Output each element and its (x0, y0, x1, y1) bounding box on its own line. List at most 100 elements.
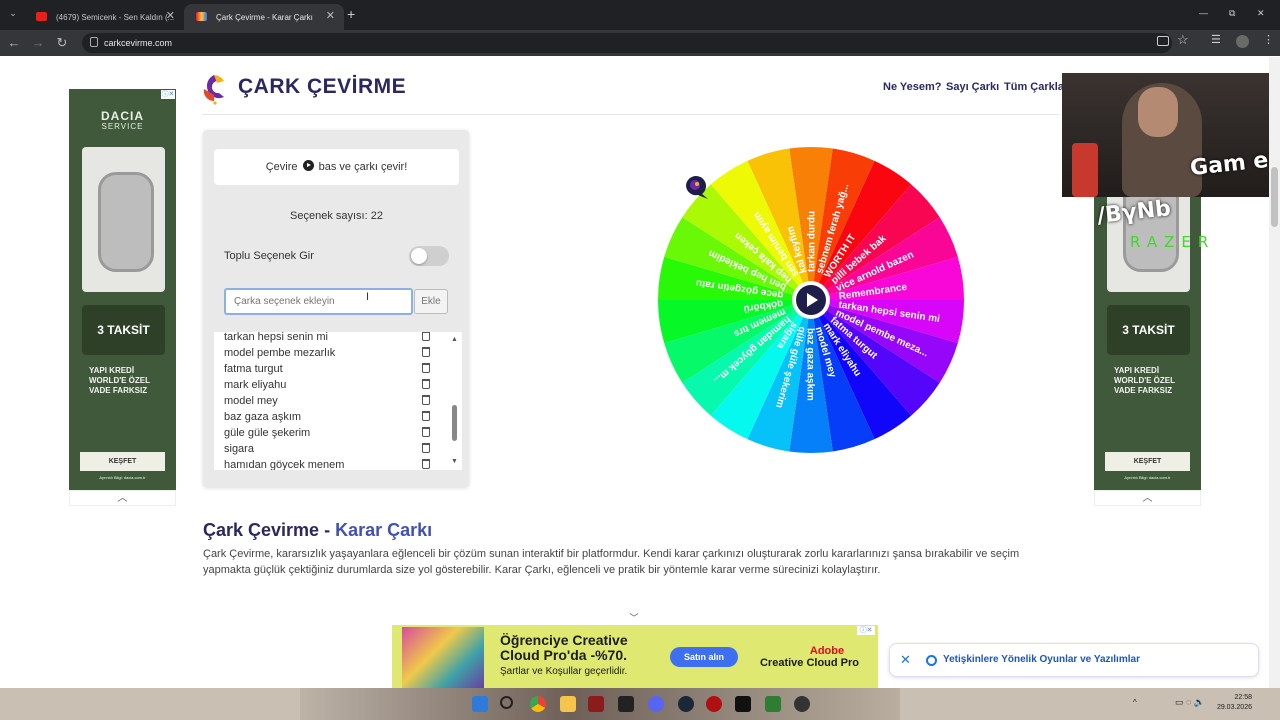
delete-option-icon[interactable] (422, 411, 430, 421)
obs-icon[interactable] (794, 696, 810, 712)
delete-option-icon[interactable] (422, 363, 430, 373)
options-scrollbar-thumb[interactable] (452, 405, 457, 441)
install-app-icon[interactable] (1157, 36, 1169, 46)
option-item: model pembe mezarlık (224, 347, 430, 359)
tab-search-icon[interactable]: ⌄ (6, 8, 20, 22)
site-info-icon[interactable] (90, 37, 98, 47)
heading-accent: Karar Çarkı (335, 520, 433, 540)
webcam-red-object (1072, 143, 1098, 197)
delete-option-icon[interactable] (422, 427, 430, 437)
web-page: DACIA SERVICE 3 TAKSİT YAPI KREDİ WORLD'… (0, 57, 1280, 688)
browser-menu-icon[interactable]: ⋮ (1263, 33, 1274, 46)
steam-icon[interactable] (678, 696, 694, 712)
media-player-icon[interactable] (706, 696, 722, 712)
article-body: Çark Çevirme, kararsızlık yaşayanlara eğ… (203, 548, 1020, 576)
ad-artwork-image (402, 627, 484, 688)
chrome-icon[interactable] (530, 696, 546, 712)
ad-brand: DACIA (101, 109, 144, 123)
nav-sayi-carki[interactable]: Sayı Çarkı (946, 81, 999, 93)
clock-time: 22:58 (1234, 694, 1252, 701)
nav-ne-yesem[interactable]: Ne Yesem? (883, 81, 942, 93)
option-item: mark eliyahu (224, 379, 430, 391)
article-heading: Çark Çevirme - Karar Çarkı (203, 520, 432, 541)
notification-banner[interactable]: ✕ Yetişkinlere Yönelik Oyunlar ve Yazılı… (889, 643, 1259, 677)
collapse-ad-left-button[interactable]: ︿ (69, 490, 176, 506)
site-title[interactable]: ÇARK ÇEVİRME (238, 75, 406, 99)
delete-option-icon[interactable] (422, 395, 430, 405)
ad-fine-print: Ayrıntılı Bilgi: dacia.com.tr (99, 475, 146, 480)
add-option-button[interactable]: Ekle (414, 289, 448, 314)
option-label: hamıdan göycek menem (224, 459, 345, 470)
bottom-ad-banner[interactable]: Öğrenciye Creative Cloud Pro'da -%70. Şa… (392, 625, 878, 688)
nav-tum-carklar[interactable]: Tüm Çarklar (1004, 81, 1068, 93)
restore-button[interactable]: ⧉ (1229, 8, 1235, 19)
delete-option-icon[interactable] (422, 332, 430, 341)
hint-text-after: bas ve çarkı çevir! (318, 161, 408, 173)
ad-headline: 3 TAKSİT (1107, 305, 1190, 355)
reading-list-icon[interactable]: ☰ (1211, 33, 1221, 46)
new-tab-button[interactable]: + (347, 6, 355, 22)
delete-option-icon[interactable] (422, 379, 430, 389)
collapse-ad-right-button[interactable]: ︿ (1094, 490, 1201, 506)
option-input[interactable] (224, 288, 413, 315)
capcut-icon[interactable] (735, 696, 751, 712)
close-tab-icon[interactable]: ✕ (326, 9, 335, 22)
scroll-up-arrow-icon[interactable]: ▲ (451, 336, 458, 343)
close-window-button[interactable]: ✕ (1257, 8, 1265, 19)
spin-hint: Çevire bas ve çarkı çevir! (214, 149, 459, 185)
bulk-input-toggle[interactable] (409, 246, 449, 266)
delete-option-icon[interactable] (422, 459, 430, 469)
game-launcher-icon[interactable] (765, 696, 781, 712)
option-item: fatma turgut (224, 363, 430, 375)
wheel-segment-label: tarkan durdu (807, 211, 818, 272)
youtube-icon (36, 12, 47, 21)
option-item: hamıdan göycek menem (224, 459, 430, 470)
bookmark-star-icon[interactable]: ☆ (1177, 32, 1189, 48)
ad-car-image (82, 147, 165, 292)
search-icon[interactable] (500, 696, 513, 709)
cark-favicon-icon (196, 12, 207, 21)
reload-icon[interactable]: ↻ (51, 30, 73, 56)
tab-cark[interactable]: Çark Çevirme - Karar Çarkı ✕ (184, 4, 344, 30)
ad-buy-button[interactable]: Satın alın (670, 647, 738, 667)
profile-avatar[interactable] (1236, 35, 1249, 48)
file-explorer-icon[interactable] (560, 696, 576, 712)
start-icon[interactable] (472, 696, 488, 712)
page-scrollbar[interactable] (1269, 57, 1280, 688)
ad-body: YAPI KREDİ WORLD'E ÖZEL VADE FARKSIZ (1114, 366, 1175, 395)
minimize-button[interactable]: — (1199, 8, 1208, 18)
discord-icon[interactable] (648, 696, 664, 712)
clock[interactable]: 22:58 29.03.2026 (1217, 693, 1252, 713)
page-scrollbar-thumb[interactable] (1271, 167, 1278, 227)
site-logo-icon[interactable] (202, 73, 226, 105)
option-count: Seçenek sayısı: 22 (290, 210, 383, 222)
back-button[interactable]: ← (3, 30, 25, 56)
notification-text[interactable]: Yetişkinlere Yönelik Oyunlar ve Yazılıml… (943, 654, 1140, 665)
tab-youtube[interactable]: (4679) Semicenk - Sen Kaldın (... ✕ (24, 4, 184, 30)
expand-ad-button[interactable]: ﹀ (620, 611, 648, 625)
wheel-segment-label: baz gaza aşkım (805, 328, 816, 401)
windows-taskbar: ^ ▭ ◌ 🔈 (0, 688, 1280, 720)
option-label: mark eliyahu (224, 379, 287, 391)
ad-cta-button[interactable]: KEŞFET (80, 452, 165, 471)
app-icon[interactable] (588, 696, 604, 712)
terminal-icon[interactable] (618, 696, 634, 712)
close-tab-icon[interactable]: ✕ (166, 9, 175, 22)
scroll-down-arrow-icon[interactable]: ▼ (451, 458, 458, 465)
delete-option-icon[interactable] (422, 347, 430, 357)
ad-cta-button[interactable]: KEŞFET (1105, 452, 1190, 471)
option-label: fatma turgut (224, 363, 283, 375)
tab-title: Çark Çevirme - Karar Çarkı (216, 12, 313, 22)
option-item: model mey (224, 395, 430, 407)
url-field[interactable]: carkcevirme.com (82, 33, 1172, 53)
side-ad-left[interactable]: DACIA SERVICE 3 TAKSİT YAPI KREDİ WORLD'… (69, 89, 176, 490)
notification-close-icon[interactable]: ✕ (900, 652, 911, 668)
delete-option-icon[interactable] (422, 443, 430, 453)
ad-info-icon[interactable]: ⓘ✕ (857, 626, 875, 635)
forward-button[interactable]: → (27, 30, 49, 56)
options-list: tarkan hepsi senin mi model pembe mezarlı… (214, 332, 462, 470)
network-icon[interactable]: ▭ ◌ 🔈 (1175, 697, 1205, 708)
toggle-knob (411, 248, 427, 264)
tray-expand-icon[interactable]: ^ (1133, 698, 1137, 707)
ad-info-icon[interactable]: ⓘ✕ (161, 90, 175, 99)
